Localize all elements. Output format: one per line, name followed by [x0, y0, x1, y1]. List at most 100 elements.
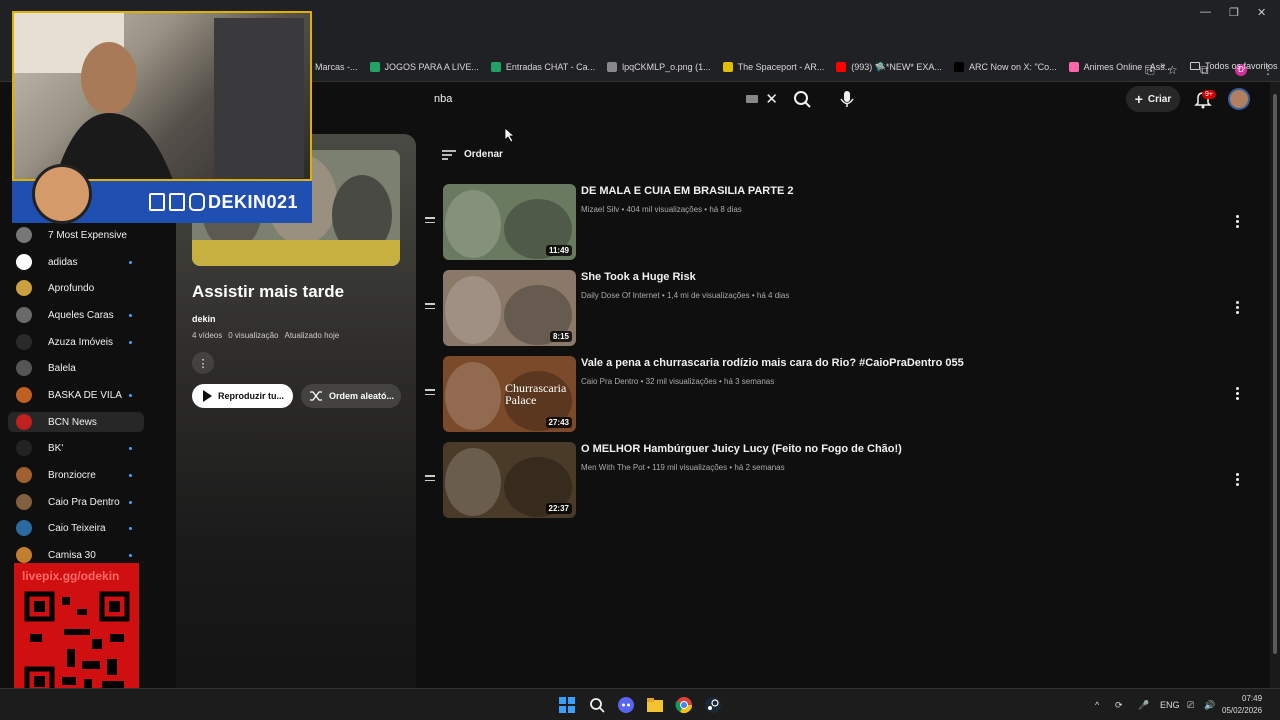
search-taskbar-icon[interactable] [588, 696, 606, 714]
instagram-icon [189, 193, 205, 211]
bookmark-item[interactable]: ARC Now on X: "Co... [953, 62, 1057, 72]
account-avatar[interactable] [1228, 88, 1250, 110]
new-content-dot [129, 261, 132, 264]
sidebar-subscription-item[interactable]: 7 Most Expensive [16, 225, 144, 245]
sidebar-subscription-item[interactable]: BCN News [8, 412, 144, 432]
play-all-button[interactable]: Reproduzir tu... [192, 384, 293, 408]
channel-name: BCN News [48, 416, 97, 428]
file-explorer-icon[interactable] [646, 696, 664, 714]
qr-link-text: livepix.gg/odekin [22, 569, 120, 583]
video-thumbnail[interactable]: Churrascaria Palace 27:43 [443, 356, 576, 432]
mascot-avatar [32, 164, 92, 224]
language-indicator[interactable]: ENG [1160, 700, 1180, 710]
channel-avatar [16, 520, 32, 536]
sort-button[interactable]: Ordenar [442, 149, 503, 160]
drag-handle-icon[interactable] [425, 475, 435, 484]
clear-search-icon[interactable]: ✕ [765, 90, 778, 108]
playlist-video-row[interactable]: 22:37 O MELHOR Hambúrguer Juicy Lucy (Fei… [420, 442, 1260, 518]
video-menu-icon[interactable] [1236, 387, 1242, 402]
search-button[interactable] [790, 88, 814, 110]
keyboard-icon[interactable] [746, 95, 758, 103]
sidebar-subscription-item[interactable]: Aqueles Caras [16, 305, 144, 325]
shuffle-button[interactable]: Ordem aleató... [301, 384, 401, 408]
video-menu-icon[interactable] [1236, 301, 1242, 316]
minimize-icon[interactable]: — [1200, 6, 1211, 18]
new-content-dot [129, 447, 132, 450]
restore-icon[interactable]: ❐ [1229, 6, 1239, 19]
channel-avatar [16, 467, 32, 483]
system-clock[interactable]: 07:49 05/02/2026 [1222, 693, 1262, 717]
bookmark-item[interactable]: Entradas CHAT - Ca... [490, 62, 595, 72]
voice-search-button[interactable] [834, 86, 860, 112]
video-meta: Men With The Pot • 119 mil visualizações… [581, 463, 785, 472]
tray-chevron-icon[interactable]: ^ [1095, 700, 1099, 710]
chrome-icon[interactable] [675, 696, 693, 714]
discord-icon[interactable] [617, 696, 635, 714]
sidebar-subscription-item[interactable]: BK' [16, 438, 144, 458]
playlist-meta: 4 vídeos 0 visualização Atualizado hoje [192, 331, 339, 340]
mouse-cursor-icon [505, 128, 515, 142]
bookmark-item[interactable]: lpqCKMLP_o.png (1... [607, 62, 711, 72]
video-menu-icon[interactable] [1236, 473, 1242, 488]
sidebar-subscription-item[interactable]: Bronziocre [16, 465, 144, 485]
create-button[interactable]: + Criar [1126, 86, 1180, 112]
playlist-views: 0 visualização [228, 331, 279, 340]
playlist-video-row[interactable]: Churrascaria Palace 27:43 Vale a pena a ch… [420, 356, 1260, 432]
bookmark-item[interactable]: JOGOS PARA A LIVE... [369, 62, 479, 72]
clock-date: 05/02/2026 [1222, 706, 1263, 715]
video-thumbnail[interactable]: 8:15 [443, 270, 576, 346]
channel-name: Caio Pra Dentro [48, 496, 120, 508]
close-window-icon[interactable]: ✕ [1257, 6, 1266, 19]
sidebar-subscription-item[interactable]: Aprofundo [16, 278, 144, 298]
drag-handle-icon[interactable] [425, 303, 435, 312]
video-meta: Daily Dose Of Internet • 1,4 mi de visua… [581, 291, 790, 300]
sidebar-subscription-item[interactable]: Caio Pra Dentro [16, 492, 144, 512]
microphone-tray-icon[interactable]: 🎤 [1138, 700, 1149, 711]
sidebar-subscription-item[interactable]: Azuza Imóveis [16, 332, 144, 352]
video-title[interactable]: DE MALA E CUIA EM BRASILIA PARTE 2 [581, 185, 793, 197]
sidebar-subscription-item[interactable]: BASKA DE VILA [16, 385, 144, 405]
video-title[interactable]: She Took a Huge Risk [581, 271, 696, 283]
search-input[interactable]: nba ✕ [424, 88, 786, 110]
sidebar-subscription-item[interactable]: Caio Teixeira [16, 518, 144, 538]
playlist-video-row[interactable]: 8:15 She Took a Huge Risk Daily Dose Of In… [420, 270, 1260, 346]
sidebar-subscription-item[interactable]: Balela [16, 358, 144, 378]
video-menu-icon[interactable] [1236, 215, 1242, 230]
new-content-dot [129, 341, 132, 344]
search-icon [794, 91, 811, 108]
video-thumbnail[interactable]: 22:37 [443, 442, 576, 518]
sort-icon [442, 149, 456, 160]
drag-handle-icon[interactable] [425, 389, 435, 398]
playlist-owner[interactable]: dekin [192, 314, 216, 324]
bookmark-item[interactable]: The Spaceport - AR... [722, 62, 824, 72]
playlist-video-row[interactable]: 11:49 DE MALA E CUIA EM BRASILIA PARTE 2 M… [420, 184, 1260, 260]
drag-handle-icon[interactable] [425, 217, 435, 226]
channel-avatar [16, 494, 32, 510]
video-title[interactable]: O MELHOR Hambúrguer Juicy Lucy (Feito no… [581, 443, 902, 455]
playlist-more-button[interactable]: ⋮ [192, 352, 214, 374]
bookmark-favicon-icon [369, 62, 380, 72]
steam-icon[interactable] [704, 696, 722, 714]
notification-badge: 9+ [1202, 90, 1216, 99]
video-thumbnail[interactable]: 11:49 [443, 184, 576, 260]
windows-start-icon[interactable] [558, 696, 576, 714]
tray-app-icon[interactable]: ⟳ [1115, 700, 1123, 711]
video-duration: 27:43 [545, 417, 572, 428]
bookmark-item[interactable]: (993) 🛸*NEW* EXA... [836, 62, 942, 73]
video-duration: 11:49 [545, 245, 572, 256]
sidebar-subscription-item[interactable]: Camisa 30 [16, 545, 144, 565]
volume-icon[interactable]: 🔊 [1204, 700, 1215, 711]
network-icon[interactable]: ⎚ [1187, 700, 1194, 711]
channel-avatar [16, 254, 32, 270]
social-handle: DEKIN021 [208, 192, 299, 212]
video-title[interactable]: Vale a pena a churrascaria rodízio mais … [581, 357, 964, 369]
bookmark-item[interactable]: Animes Online - Ass... [1068, 62, 1172, 72]
channel-name: Azuza Imóveis [48, 336, 114, 348]
more-bookmarks-icon[interactable]: » [1160, 60, 1166, 71]
channel-avatar [16, 360, 32, 376]
sidebar-subscription-item[interactable]: adidas [16, 252, 144, 272]
channel-name: Bronziocre [48, 469, 96, 481]
bookmark-favicon-icon [607, 62, 618, 72]
page-scrollbar[interactable] [1270, 82, 1280, 688]
all-bookmarks[interactable]: Todos os favoritos [1190, 61, 1278, 71]
